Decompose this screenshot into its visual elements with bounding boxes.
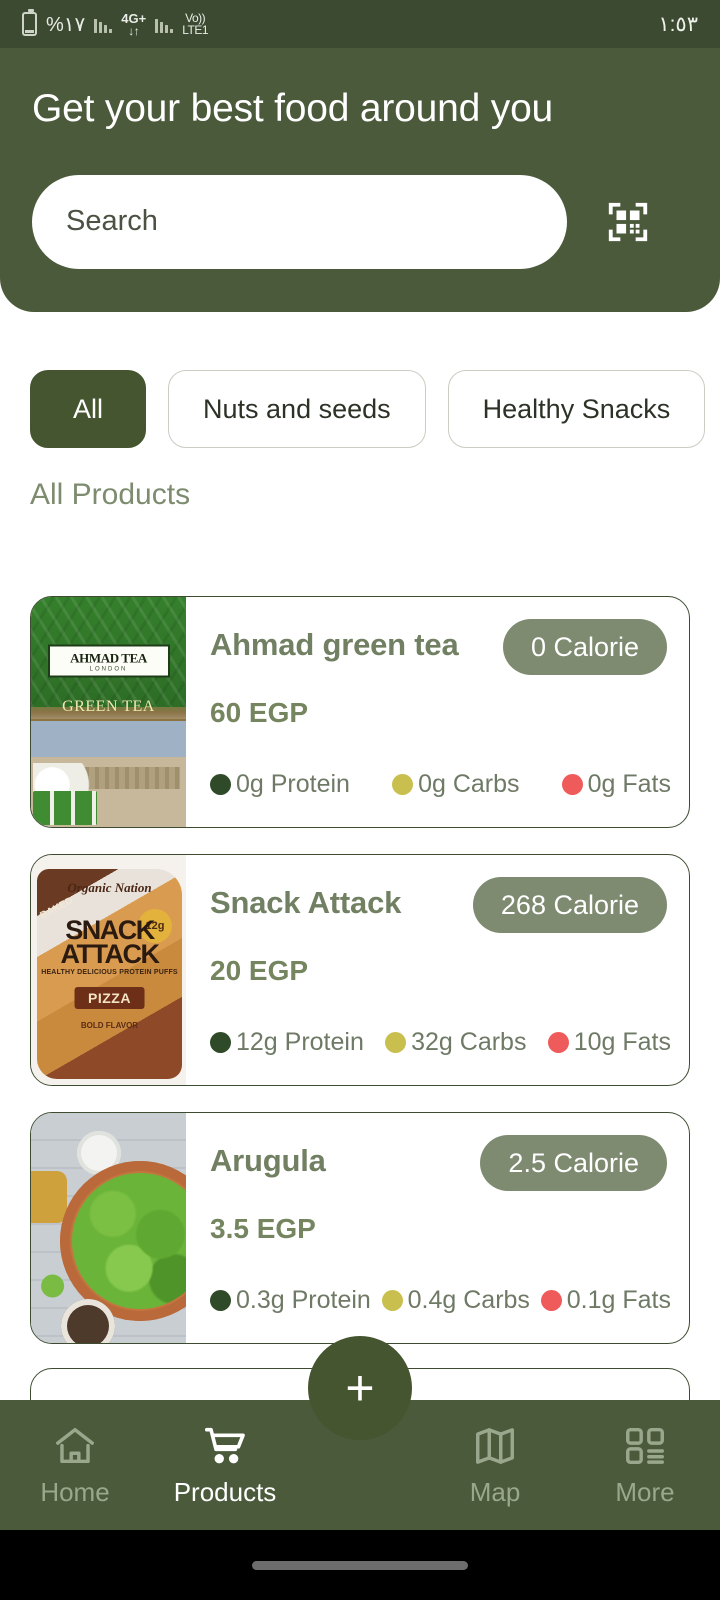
- status-bar: %١٧ 4G+ ↓↑ Vo)) LTE1 ١:٥٣: [0, 0, 720, 48]
- nav-item-home[interactable]: Home: [0, 1423, 150, 1508]
- category-chip-row[interactable]: All Nuts and seeds Healthy Snacks Non-: [0, 368, 720, 450]
- tea-city-text: LONDON: [89, 666, 128, 673]
- category-chip-healthy-snacks[interactable]: Healthy Snacks: [447, 370, 706, 448]
- grid-dashboard-icon: [626, 1427, 664, 1464]
- macro-protein-label: 0g Protein: [236, 770, 350, 798]
- network-type-indicator: 4G+ ↓↑: [121, 12, 146, 37]
- product-image-snack-attack: BAKED Organic Nation 12g SNACK ATTACK HE…: [31, 855, 186, 1085]
- macro-protein: 0.3g Protein: [210, 1286, 371, 1315]
- category-chip-all[interactable]: All: [30, 370, 147, 448]
- status-bar-right: ١:٥٣: [658, 12, 698, 37]
- macro-fats: 0g Fats: [561, 770, 671, 799]
- snack-subtitle-text: HEALTHY DELICIOUS PROTEIN PUFFS: [41, 969, 178, 976]
- protein-dot-icon: [210, 1032, 231, 1053]
- macro-protein: 0g Protein: [210, 770, 350, 799]
- app-screen: %١٧ 4G+ ↓↑ Vo)) LTE1 ١:٥٣ Get your best …: [0, 0, 720, 1600]
- nav-label-more: More: [615, 1476, 675, 1507]
- data-arrows-icon: ↓↑: [128, 23, 140, 38]
- fats-dot-icon: [561, 774, 583, 795]
- nav-item-map[interactable]: Map: [420, 1423, 570, 1508]
- product-price: 60 EGP: [210, 697, 309, 728]
- snack-flavor-note-text: BOLD FLAVOR: [80, 1021, 139, 1030]
- app-header: Get your best food around you Search: [0, 48, 720, 312]
- tea-variant-text: GREEN TEA: [62, 698, 155, 716]
- nav-item-more[interactable]: More: [570, 1423, 720, 1508]
- product-card[interactable]: BAKED Organic Nation 12g SNACK ATTACK HE…: [30, 854, 690, 1086]
- product-info: Arugula 2.5 Calorie 3.5 EGP 0.3g Protein…: [186, 1113, 689, 1343]
- product-card[interactable]: Arugula 2.5 Calorie 3.5 EGP 0.3g Protein…: [30, 1112, 690, 1344]
- product-list: AHMAD TEA LONDON GREEN TEA EXCLUSIVE QUA…: [0, 596, 720, 1370]
- macro-fats: 10g Fats: [547, 1028, 671, 1057]
- nav-label-map: Map: [469, 1476, 521, 1507]
- macro-row: 0g Protein 0g Carbs 0g Fats: [210, 770, 671, 799]
- product-image-ahmad-green-tea: AHMAD TEA LONDON GREEN TEA EXCLUSIVE QUA…: [31, 597, 186, 827]
- macro-carbs-label: 32g Carbs: [411, 1028, 527, 1056]
- home-icon: [56, 1427, 94, 1463]
- category-chip-nuts-and-seeds[interactable]: Nuts and seeds: [168, 370, 426, 448]
- fats-dot-icon: [540, 1290, 562, 1311]
- gesture-navigation-bar: [0, 1530, 720, 1600]
- battery-icon: [22, 9, 37, 36]
- search-input[interactable]: Search: [32, 174, 567, 269]
- macro-carbs-label: 0.4g Carbs: [407, 1286, 530, 1314]
- carbs-dot-icon: [385, 1032, 407, 1053]
- calorie-badge: 2.5 Calorie: [480, 1135, 667, 1191]
- clock-label: ١:٥٣: [658, 12, 698, 36]
- macro-fats: 0.1g Fats: [540, 1286, 671, 1315]
- fats-dot-icon: [547, 1032, 569, 1053]
- home-indicator[interactable]: [252, 1560, 468, 1570]
- volte-indicator: Vo)) LTE1: [182, 12, 208, 36]
- macro-carbs-label: 0g Carbs: [418, 770, 520, 798]
- nav-label-products: Products: [173, 1476, 277, 1507]
- product-info: Ahmad green tea 0 Calorie 60 EGP 0g Prot…: [186, 597, 689, 827]
- map-icon: [476, 1427, 514, 1464]
- macro-carbs: 0.4g Carbs: [381, 1286, 530, 1315]
- signal-bars-icon-2: [155, 15, 174, 33]
- tea-brand-text: AHMAD TEA: [70, 650, 147, 666]
- section-title: All Products: [30, 478, 191, 511]
- macro-row: 0.3g Protein 0.4g Carbs 0.1g Fats: [210, 1286, 671, 1315]
- product-info: Snack Attack 268 Calorie 20 EGP 12g Prot…: [186, 855, 689, 1085]
- carbs-dot-icon: [392, 774, 414, 795]
- signal-bars-icon-1: [94, 15, 113, 33]
- nav-label-home: Home: [40, 1476, 110, 1507]
- macro-fats-label: 0g Fats: [587, 770, 671, 798]
- macro-fats-label: 0.1g Fats: [566, 1286, 671, 1314]
- status-bar-left: %١٧ 4G+ ↓↑ Vo)) LTE1: [22, 9, 209, 37]
- page-title: Get your best food around you: [32, 87, 554, 130]
- macro-protein: 12g Protein: [210, 1028, 364, 1057]
- nav-item-products[interactable]: Products: [150, 1423, 300, 1508]
- macro-carbs: 0g Carbs: [392, 770, 520, 799]
- snack-flavor-text: PIZZA: [74, 987, 145, 1009]
- calorie-badge: 268 Calorie: [472, 877, 667, 933]
- macro-row: 12g Protein 32g Carbs 10g Fats: [210, 1028, 671, 1057]
- calorie-badge: 0 Calorie: [502, 619, 667, 675]
- network-type-label: 4G+: [121, 10, 147, 26]
- product-price: 20 EGP: [210, 955, 309, 986]
- macro-carbs: 32g Carbs: [385, 1028, 526, 1057]
- protein-dot-icon: [210, 774, 231, 795]
- add-product-fab[interactable]: +: [308, 1336, 412, 1440]
- qr-scan-icon: [608, 202, 648, 242]
- product-card[interactable]: AHMAD TEA LONDON GREEN TEA EXCLUSIVE QUA…: [30, 596, 690, 828]
- qr-scan-button[interactable]: [601, 195, 655, 249]
- macro-fats-label: 10g Fats: [573, 1028, 671, 1056]
- snack-brand-text: Organic Nation: [67, 880, 152, 895]
- carbs-dot-icon: [381, 1290, 403, 1311]
- macro-protein-label: 0.3g Protein: [236, 1286, 371, 1314]
- product-price: 3.5 EGP: [210, 1213, 316, 1244]
- search-placeholder: Search: [66, 205, 158, 238]
- plus-icon: +: [345, 1360, 375, 1416]
- lte-line-label: LTE1: [182, 23, 209, 37]
- snack-title-line2: ATTACK: [60, 939, 160, 969]
- macro-protein-label: 12g Protein: [236, 1028, 364, 1056]
- product-image-arugula: [31, 1113, 186, 1343]
- shopping-cart-icon: [204, 1427, 245, 1463]
- protein-dot-icon: [210, 1290, 231, 1311]
- battery-percent-label: %١٧: [46, 13, 86, 36]
- search-row: Search: [32, 174, 688, 269]
